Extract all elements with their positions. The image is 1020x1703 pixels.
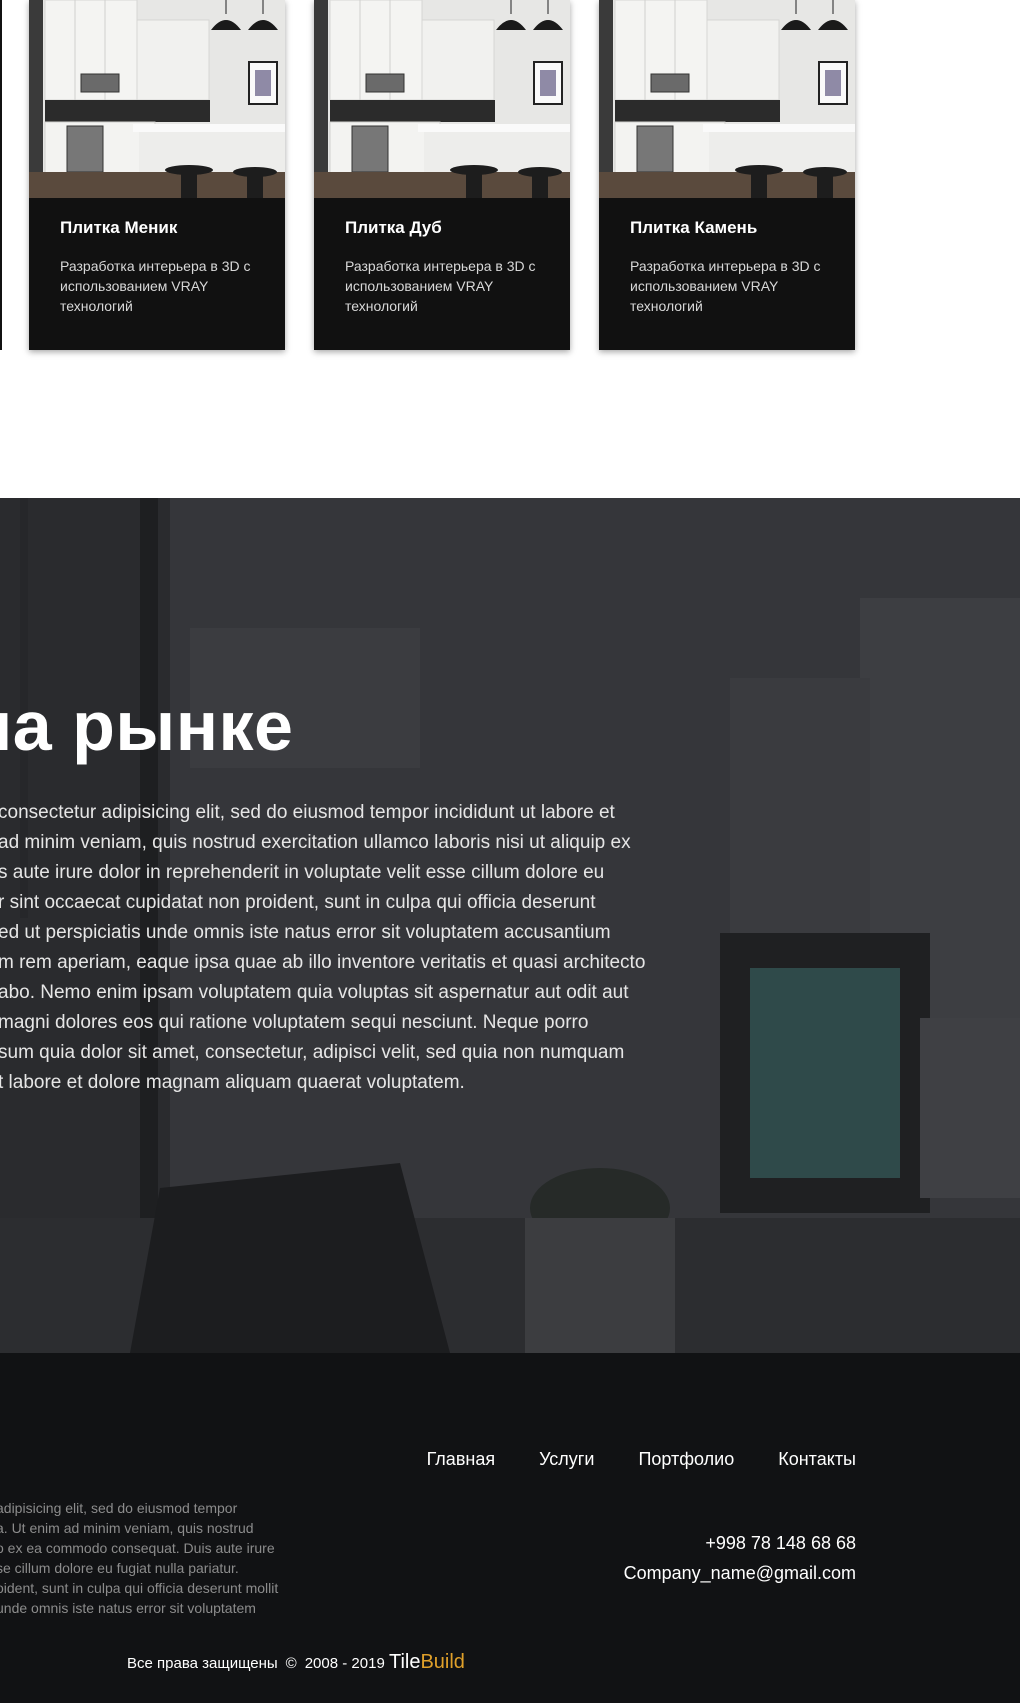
nav-link-services[interactable]: Услуги: [539, 1449, 594, 1470]
portfolio-cards-section: Плитка Меник Разработка интерьера в 3D с…: [0, 0, 1020, 498]
description-line: adipisicing elit, sed do eiusmod tempor: [0, 1500, 238, 1516]
body-line: magni dolores eos qui ratione voluptatem…: [0, 1012, 589, 1033]
nav-link-portfolio[interactable]: Портфолио: [638, 1449, 734, 1470]
kitchen-image: [29, 0, 285, 198]
footer-contacts: +998 78 148 68 68 Company_name@gmail.com: [624, 1528, 856, 1588]
body-line: consectetur adipisicing elit, sed do eiu…: [0, 802, 615, 823]
footer: Главная Услуги Портфолио Контакты adipis…: [0, 1353, 1020, 1703]
description-line: a. Ut enim ad minim veniam, quis nostrud: [0, 1520, 254, 1536]
body-line: sum quia dolor sit amet, consectetur, ad…: [0, 1042, 625, 1063]
kitchen-image: [314, 0, 570, 198]
phone-link[interactable]: +998 78 148 68 68: [624, 1528, 856, 1558]
description-line: se cillum dolore eu fugiat nulla pariatu…: [0, 1560, 239, 1576]
portfolio-card-kamen[interactable]: Плитка Камень Разработка интерьера в 3D …: [599, 0, 855, 350]
card-description: Разработка интерьера в 3D с использовани…: [60, 258, 251, 314]
body-line: ad minim veniam, quis nostrud exercitati…: [0, 832, 631, 853]
card-description: Разработка интерьера в 3D с использовани…: [630, 258, 821, 314]
copyright-symbol: ©: [285, 1655, 297, 1672]
card-title: Плитка Камень: [630, 218, 758, 237]
body-line: s aute irure dolor in reprehenderit in v…: [0, 862, 605, 883]
brand-logo-part-tile: Tile: [388, 1651, 421, 1673]
nav-link-contacts[interactable]: Контакты: [778, 1449, 856, 1470]
section-body-text: consectetur adipisicing elit, sed do eiu…: [0, 798, 678, 1098]
body-line: ed ut perspiciatis unde omnis iste natus…: [0, 922, 611, 943]
brand-logo[interactable]: TileBuild: [389, 1651, 465, 1673]
copyright: Все права защищены © 2008 - 2019 TileBuild: [127, 1651, 465, 1674]
footer-nav: Главная Услуги Портфолио Контакты: [383, 1449, 856, 1470]
card-title: Плитка Меник: [60, 218, 178, 237]
card-description: Разработка интерьера в 3D с использовани…: [345, 258, 536, 314]
about-hero-section: на рынке consectetur adipisicing elit, s…: [0, 498, 1020, 1353]
copyright-years: 2008 - 2019: [304, 1655, 385, 1672]
body-line: m rem aperiam, eaque ipsa quae ab illo i…: [0, 952, 646, 973]
description-line: oident, sunt in culpa qui officia deseru…: [0, 1580, 279, 1596]
kitchen-image: [599, 0, 855, 198]
body-line: r sint occaecat cupidatat non proident, …: [0, 892, 596, 913]
body-line: abo. Nemo enim ipsam voluptatem quia vol…: [0, 982, 629, 1003]
description-line: unde omnis iste natus error sit voluptat…: [0, 1600, 256, 1616]
footer-description: adipisicing elit, sed do eiusmod tempor …: [0, 1498, 296, 1618]
section-title: на рынке: [0, 687, 294, 765]
nav-link-home[interactable]: Главная: [427, 1449, 496, 1470]
body-line: t labore et dolore magnam aliquam quaera…: [0, 1072, 465, 1093]
description-line: o ex ea commodo consequat. Duis aute iru…: [0, 1540, 275, 1556]
rights-text: Все права защищены: [127, 1655, 278, 1672]
card-title: Плитка Дуб: [345, 218, 442, 237]
brand-logo-part-build: Build: [420, 1651, 465, 1673]
card-edge: [0, 0, 2, 350]
portfolio-card-menik[interactable]: Плитка Меник Разработка интерьера в 3D с…: [29, 0, 285, 350]
portfolio-card-dub[interactable]: Плитка Дуб Разработка интерьера в 3D с и…: [314, 0, 570, 350]
email-link[interactable]: Company_name@gmail.com: [624, 1558, 856, 1588]
